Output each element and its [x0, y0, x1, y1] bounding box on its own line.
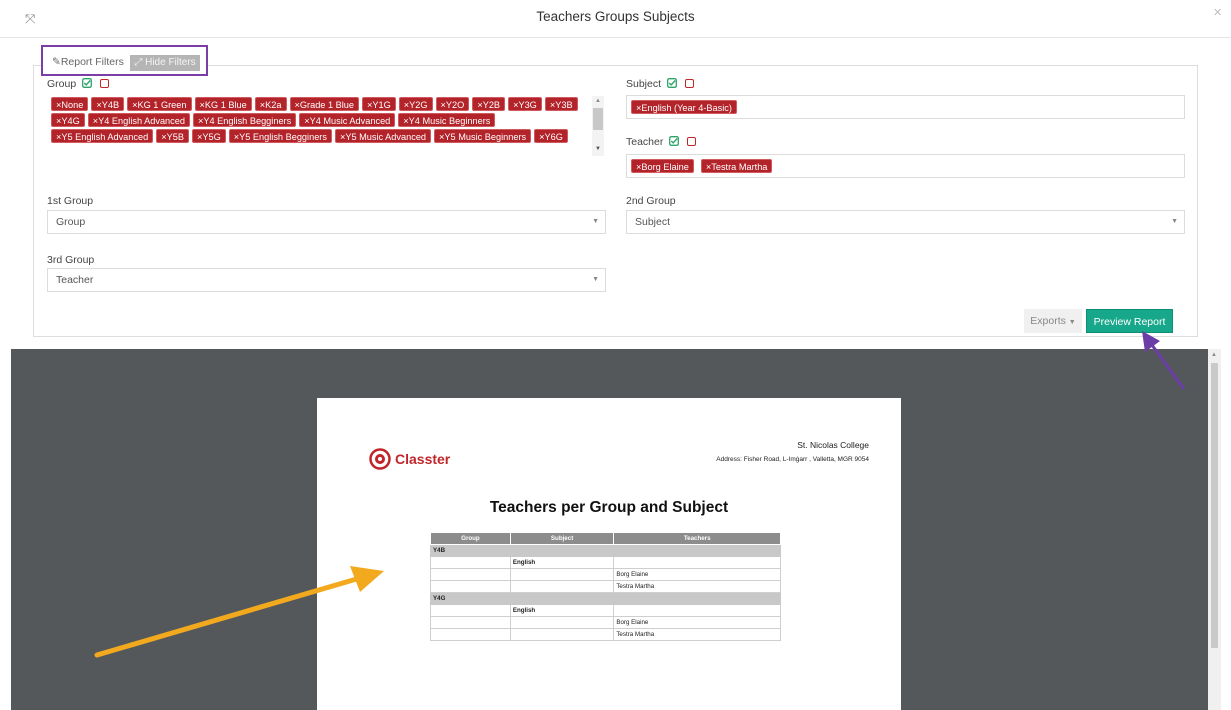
annotation-arrows [94, 331, 1185, 658]
orange-arrow [94, 566, 384, 658]
purple-arrow [1142, 331, 1185, 390]
